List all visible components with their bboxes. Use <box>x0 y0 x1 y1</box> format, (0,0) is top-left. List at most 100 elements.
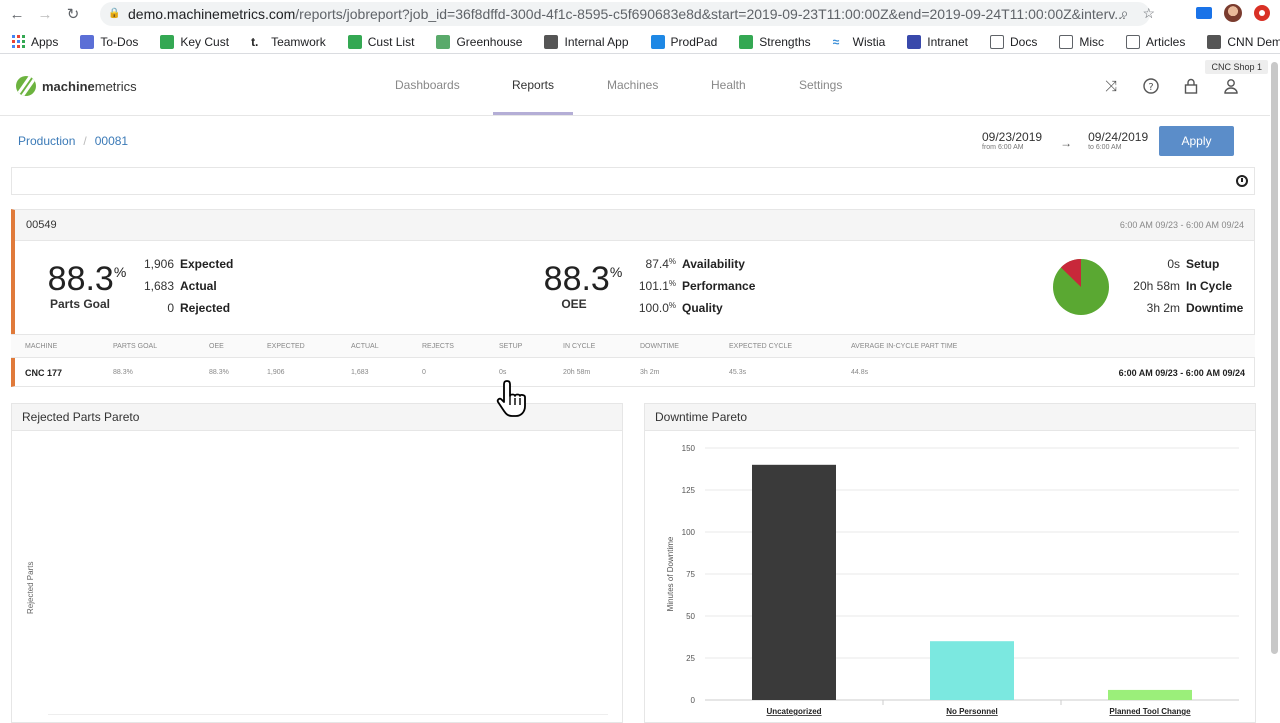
date-range-picker: 09/23/2019 from 6:00 AM → 09/24/2019 to … <box>982 130 1148 151</box>
extension-record-icon[interactable] <box>1254 5 1270 21</box>
filter-bar[interactable] <box>11 167 1255 195</box>
parts-goal-label: Parts Goal <box>49 297 111 311</box>
time-breakdown-pie <box>1053 259 1109 315</box>
bookmark-prodpad[interactable]: ProdPad <box>650 34 717 49</box>
y-tick-label: 100 <box>682 528 696 537</box>
factor-row: 101.1% Performance <box>638 279 756 293</box>
bookmark-apps[interactable]: Apps <box>12 35 58 49</box>
oee-value: 88.3% <box>543 260 623 298</box>
col-rejects[interactable]: REJECTS <box>422 343 454 350</box>
nav-dashboards[interactable]: Dashboards <box>395 78 460 92</box>
bookmark-cnn-democratic[interactable]: CNN Democratic... <box>1207 34 1280 49</box>
breadcrumb-separator: / <box>83 134 87 148</box>
bookmark-to-dos[interactable]: To-Dos <box>80 34 139 49</box>
y-tick-label: 50 <box>686 612 695 621</box>
col-downtime[interactable]: DOWNTIME <box>640 343 679 350</box>
reload-icon[interactable]: ↻ <box>62 3 84 25</box>
arrow-right-icon: → <box>1060 136 1073 150</box>
breadcrumb-production[interactable]: Production <box>18 134 75 148</box>
bookmark-favicon-icon <box>907 34 922 49</box>
bookmark-key-cust[interactable]: Key Cust <box>160 34 230 49</box>
cell-avg-part-time: 44.8s <box>851 369 869 376</box>
bookmark-label: Greenhouse <box>456 34 523 49</box>
bookmark-internal-app[interactable]: Internal App <box>544 34 629 49</box>
breadcrumb-job[interactable]: 00081 <box>95 134 128 148</box>
rejected-parts-panel: Rejected Parts Pareto Rejected Parts <box>11 403 623 723</box>
oee-factors: 87.4% Availability 101.1% Performance 100.… <box>636 253 756 319</box>
profile-avatar[interactable] <box>1224 4 1242 22</box>
y-tick-label: 75 <box>686 570 695 579</box>
bookmark-label: To-Dos <box>100 34 139 49</box>
shuffle-icon[interactable]: ⤨ <box>1102 77 1120 95</box>
shop-label: CNC Shop 1 <box>1205 60 1268 74</box>
cell-expected-cycle: 45.3s <box>729 369 747 376</box>
bookmark-strengths[interactable]: Strengths <box>739 34 811 49</box>
apply-button[interactable]: Apply <box>1159 126 1234 156</box>
bookmark-label: Key Cust <box>180 34 230 49</box>
bookmark-label: Articles <box>1146 34 1186 49</box>
col-expected-cycle[interactable]: EXPECTED CYCLE <box>729 343 792 350</box>
end-date[interactable]: 09/24/2019 to 6:00 AM <box>1088 130 1148 151</box>
col-actual[interactable]: ACTUAL <box>351 343 379 350</box>
start-date[interactable]: 09/23/2019 from 6:00 AM <box>982 130 1042 151</box>
col-machine[interactable]: MACHINE <box>25 343 57 350</box>
lock-icon[interactable] <box>1182 77 1200 95</box>
bookmark-label: Misc <box>1079 34 1105 49</box>
y-tick-label: 25 <box>686 654 695 663</box>
col-avg-part-time[interactable]: AVERAGE IN-CYCLE PART TIME <box>851 343 957 350</box>
bookmark-star-icon[interactable]: ☆ <box>1142 5 1155 22</box>
forward-icon[interactable]: → <box>34 3 56 25</box>
bookmark-intranet[interactable]: Intranet <box>907 34 968 49</box>
zoom-icon[interactable]: ⌕ <box>1121 5 1129 22</box>
nav-reports[interactable]: Reports <box>512 78 554 92</box>
address-bar[interactable]: 🔒 demo.machinemetrics.com/reports/jobrep… <box>100 2 1150 26</box>
x-tick-label: Planned Tool Change <box>1109 707 1191 716</box>
cell-oee: 88.3% <box>209 369 229 376</box>
cell-rejects: 0 <box>422 369 426 376</box>
extension-icon[interactable] <box>1196 7 1212 19</box>
apps-grid-icon <box>12 35 25 48</box>
page-scrollbar[interactable] <box>1271 62 1278 654</box>
col-oee[interactable]: OEE <box>209 343 224 350</box>
cell-parts-goal: 88.3% <box>113 369 133 376</box>
cell-time-range: 6:00 AM 09/23 - 6:00 AM 09/24 <box>1118 368 1245 378</box>
bookmark-teamwork[interactable]: t. Teamwork <box>251 35 326 49</box>
bookmark-greenhouse[interactable]: Greenhouse <box>436 34 523 49</box>
breadcrumb: Production / 00081 <box>18 134 128 148</box>
count-row: 1,683 Actual <box>143 279 217 293</box>
col-setup[interactable]: SETUP <box>499 343 522 350</box>
rejected-axis-line <box>48 714 608 715</box>
bookmark-favicon-icon: ≈ <box>832 34 840 49</box>
back-icon[interactable]: ← <box>6 3 28 25</box>
bar-planned-tool-change <box>1108 689 1192 700</box>
col-in-cycle[interactable]: IN CYCLE <box>563 343 595 350</box>
cell-machine[interactable]: CNC 177 <box>25 368 62 378</box>
bookmark-favicon-icon <box>650 34 665 49</box>
nav-machines[interactable]: Machines <box>607 78 658 92</box>
cell-setup: 0s <box>499 369 507 376</box>
main-nav: Dashboards Reports Machines Health Setti… <box>0 56 1270 116</box>
bookmark-favicon-icon <box>347 34 362 49</box>
bookmark-articles[interactable]: Articles <box>1126 34 1186 49</box>
help-icon[interactable]: ? <box>1142 77 1160 95</box>
user-icon[interactable] <box>1222 77 1240 95</box>
table-row[interactable]: CNC 177 88.3% 88.3% 1,906 1,683 0 0s 20h… <box>11 358 1255 386</box>
bookmark-favicon-icon: t. <box>251 34 259 49</box>
col-expected[interactable]: EXPECTED <box>267 343 305 350</box>
folder-icon <box>1059 34 1074 49</box>
cell-in-cycle: 20h 58m <box>563 369 591 376</box>
hand-cursor-icon <box>496 380 526 417</box>
bookmark-favicon-icon <box>436 34 451 49</box>
bookmark-label: Teamwork <box>271 34 326 49</box>
bookmark-wistia[interactable]: ≈ Wistia <box>833 35 886 49</box>
bookmark-docs[interactable]: Docs <box>990 34 1037 49</box>
url-host: demo.machinemetrics.com <box>128 6 296 22</box>
nav-health[interactable]: Health <box>711 78 746 92</box>
bookmark-cust-list[interactable]: Cust List <box>347 34 414 49</box>
nav-settings[interactable]: Settings <box>799 78 842 92</box>
end-date-value: 09/24/2019 <box>1088 130 1149 144</box>
bookmark-misc[interactable]: Misc <box>1059 34 1105 49</box>
filter-info-icon[interactable] <box>1236 175 1248 187</box>
x-tick-label: No Personnel <box>946 707 998 716</box>
col-parts-goal[interactable]: PARTS GOAL <box>113 343 157 350</box>
